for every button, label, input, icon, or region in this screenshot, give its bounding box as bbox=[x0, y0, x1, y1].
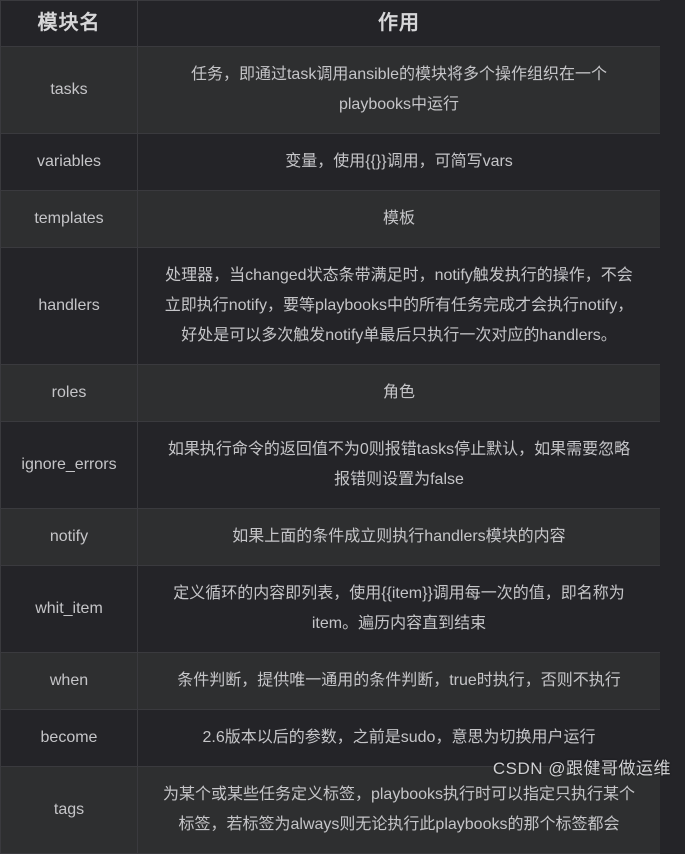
cell-module-name: become bbox=[0, 709, 138, 767]
cell-module-name: notify bbox=[0, 508, 138, 566]
module-name-text: notify bbox=[49, 528, 89, 545]
cell-module-description: 2.6版本以后的参数，之前是sudo，意思为切换用户运行 bbox=[137, 709, 660, 767]
cell-module-description: 为某个或某些任务定义标签，playbooks执行时可以指定只执行某个标签，若标签… bbox=[137, 766, 660, 854]
table-row: variables 变量，使用{{}}调用，可简写vars bbox=[0, 133, 660, 191]
cell-module-description: 变量，使用{{}}调用，可简写vars bbox=[137, 133, 660, 191]
table-row: become 2.6版本以后的参数，之前是sudo，意思为切换用户运行 bbox=[0, 709, 660, 767]
cell-module-description: 定义循环的内容即列表，使用{{item}}调用每一次的值，即名称为item。遍历… bbox=[137, 565, 660, 653]
cell-module-name: handlers bbox=[0, 247, 138, 365]
module-description-text: 定义循环的内容即列表，使用{{item}}调用每一次的值，即名称为item。遍历… bbox=[173, 585, 625, 632]
table-row: tasks 任务，即通过task调用ansible的模块将多个操作组织在一个pl… bbox=[0, 46, 660, 134]
module-name-text: whit_item bbox=[35, 600, 103, 617]
cell-module-description: 模板 bbox=[137, 190, 660, 248]
module-description-text: 角色 bbox=[382, 384, 415, 401]
ansible-playbook-module-table: 模块名 作用 tasks 任务，即通过task调用ansible的模块将多个操作… bbox=[0, 0, 660, 854]
cell-module-description: 条件判断，提供唯一通用的条件判断，true时执行，否则不执行 bbox=[137, 652, 660, 710]
cell-module-description: 如果执行命令的返回值不为0则报错tasks停止默认，如果需要忽略报错则设置为fa… bbox=[137, 421, 660, 509]
cell-module-name: tasks bbox=[0, 46, 138, 134]
table-row: when 条件判断，提供唯一通用的条件判断，true时执行，否则不执行 bbox=[0, 652, 660, 710]
table-row: whit_item 定义循环的内容即列表，使用{{item}}调用每一次的值，即… bbox=[0, 565, 660, 653]
table-row: notify 如果上面的条件成立则执行handlers模块的内容 bbox=[0, 508, 660, 566]
cell-module-description: 如果上面的条件成立则执行handlers模块的内容 bbox=[137, 508, 660, 566]
module-description-text: 2.6版本以后的参数，之前是sudo，意思为切换用户运行 bbox=[202, 729, 596, 746]
module-description-text: 为某个或某些任务定义标签，playbooks执行时可以指定只执行某个标签，若标签… bbox=[162, 786, 636, 833]
module-description-text: 处理器，当changed状态条带满足时，notify触发执行的操作，不会立即执行… bbox=[164, 267, 634, 344]
module-description-text: 任务，即通过task调用ansible的模块将多个操作组织在一个playbook… bbox=[190, 66, 608, 113]
cell-module-name: tags bbox=[0, 766, 138, 854]
cell-module-name: when bbox=[0, 652, 138, 710]
table-header-row: 模块名 作用 bbox=[0, 0, 660, 47]
cell-module-name: ignore_errors bbox=[0, 421, 138, 509]
cell-module-name: variables bbox=[0, 133, 138, 191]
column-header-module-name: 模块名 bbox=[0, 0, 138, 47]
table-row: tags 为某个或某些任务定义标签，playbooks执行时可以指定只执行某个标… bbox=[0, 766, 660, 854]
module-description-text: 模板 bbox=[382, 210, 415, 227]
table-row: ignore_errors 如果执行命令的返回值不为0则报错tasks停止默认，… bbox=[0, 421, 660, 509]
module-name-text: templates bbox=[34, 210, 104, 227]
module-description-text: 条件判断，提供唯一通用的条件判断，true时执行，否则不执行 bbox=[177, 672, 621, 689]
module-name-text: become bbox=[40, 729, 98, 746]
cell-module-description: 处理器，当changed状态条带满足时，notify触发执行的操作，不会立即执行… bbox=[137, 247, 660, 365]
module-name-text: tags bbox=[53, 801, 85, 818]
module-table-container: 模块名 作用 tasks 任务，即通过task调用ansible的模块将多个操作… bbox=[0, 0, 660, 854]
module-name-text: variables bbox=[36, 153, 102, 170]
module-name-text: ignore_errors bbox=[21, 456, 117, 473]
module-description-text: 变量，使用{{}}调用，可简写vars bbox=[285, 153, 513, 170]
table-body: tasks 任务，即通过task调用ansible的模块将多个操作组织在一个pl… bbox=[0, 46, 660, 854]
module-name-text: when bbox=[49, 672, 89, 689]
module-name-text: tasks bbox=[50, 81, 88, 98]
module-name-text: handlers bbox=[38, 297, 100, 314]
table-row: roles 角色 bbox=[0, 364, 660, 422]
cell-module-name: whit_item bbox=[0, 565, 138, 653]
module-name-text: roles bbox=[51, 384, 87, 401]
cell-module-description: 角色 bbox=[137, 364, 660, 422]
column-header-description: 作用 bbox=[137, 0, 660, 47]
table-row: handlers 处理器，当changed状态条带满足时，notify触发执行的… bbox=[0, 247, 660, 365]
cell-module-description: 任务，即通过task调用ansible的模块将多个操作组织在一个playbook… bbox=[137, 46, 660, 134]
cell-module-name: templates bbox=[0, 190, 138, 248]
table-row: templates 模板 bbox=[0, 190, 660, 248]
module-description-text: 如果上面的条件成立则执行handlers模块的内容 bbox=[232, 528, 566, 545]
table-header: 模块名 作用 bbox=[0, 0, 660, 47]
module-description-text: 如果执行命令的返回值不为0则报错tasks停止默认，如果需要忽略报错则设置为fa… bbox=[167, 441, 631, 488]
cell-module-name: roles bbox=[0, 364, 138, 422]
